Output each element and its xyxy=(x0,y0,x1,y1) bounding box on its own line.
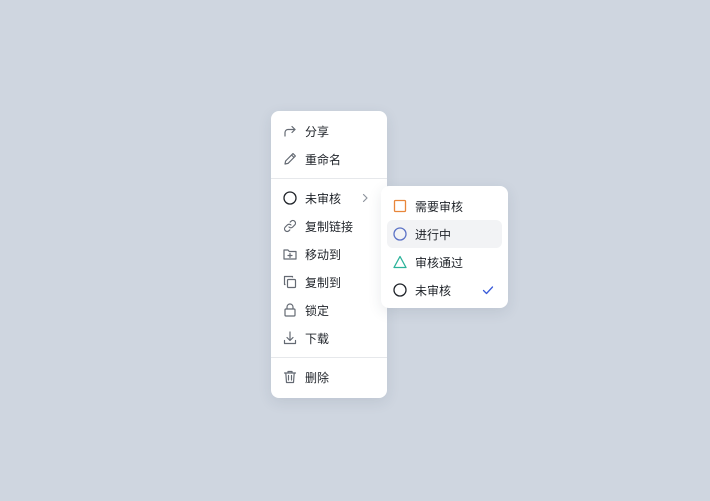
menu-item-label: 下载 xyxy=(305,331,330,346)
pencil-icon xyxy=(282,151,298,167)
circle-icon xyxy=(282,190,298,206)
menu-item-label: 移动到 xyxy=(305,247,342,262)
circle-icon xyxy=(392,282,408,298)
submenu-item-approved[interactable]: 审核通过 xyxy=(381,248,508,276)
status-submenu: 需要审核 进行中 审核通过 未审核 xyxy=(381,186,508,308)
menu-item-rename[interactable]: 重命名 xyxy=(271,145,387,173)
submenu-item-label: 进行中 xyxy=(415,227,452,242)
lock-icon xyxy=(282,302,298,318)
context-menu: 分享 重命名 未审核 复制链接 移动到 复制到 锁定 下载 删除 xyxy=(271,111,387,398)
menu-item-delete[interactable]: 删除 xyxy=(271,363,387,391)
menu-item-copy-to[interactable]: 复制到 xyxy=(271,268,387,296)
menu-item-label: 复制到 xyxy=(305,275,342,290)
chevron-right-icon xyxy=(357,190,373,206)
menu-item-download[interactable]: 下载 xyxy=(271,324,387,352)
menu-item-label: 锁定 xyxy=(305,303,330,318)
submenu-item-needs-review[interactable]: 需要审核 xyxy=(381,192,508,220)
submenu-item-label: 审核通过 xyxy=(415,255,464,270)
menu-item-move-to[interactable]: 移动到 xyxy=(271,240,387,268)
link-icon xyxy=(282,218,298,234)
download-icon xyxy=(282,330,298,346)
menu-item-status[interactable]: 未审核 xyxy=(271,184,387,212)
trash-icon xyxy=(282,369,298,385)
submenu-item-not-reviewed[interactable]: 未审核 xyxy=(381,276,508,304)
submenu-item-in-progress[interactable]: 进行中 xyxy=(387,220,502,248)
menu-item-copy-link[interactable]: 复制链接 xyxy=(271,212,387,240)
menu-divider xyxy=(271,178,387,179)
menu-item-share[interactable]: 分享 xyxy=(271,117,387,145)
submenu-item-label: 需要审核 xyxy=(415,199,464,214)
triangle-icon xyxy=(392,254,408,270)
square-icon xyxy=(392,198,408,214)
share-icon xyxy=(282,123,298,139)
menu-item-label: 删除 xyxy=(305,370,330,385)
menu-item-label: 未审核 xyxy=(305,191,342,206)
menu-divider xyxy=(271,357,387,358)
copy-icon xyxy=(282,274,298,290)
submenu-item-label: 未审核 xyxy=(415,283,452,298)
menu-item-label: 复制链接 xyxy=(305,219,354,234)
menu-item-lock[interactable]: 锁定 xyxy=(271,296,387,324)
folder-move-icon xyxy=(282,246,298,262)
menu-item-label: 重命名 xyxy=(305,152,342,167)
checkmark-icon xyxy=(480,282,496,298)
menu-item-label: 分享 xyxy=(305,124,330,139)
circle-icon xyxy=(392,226,408,242)
